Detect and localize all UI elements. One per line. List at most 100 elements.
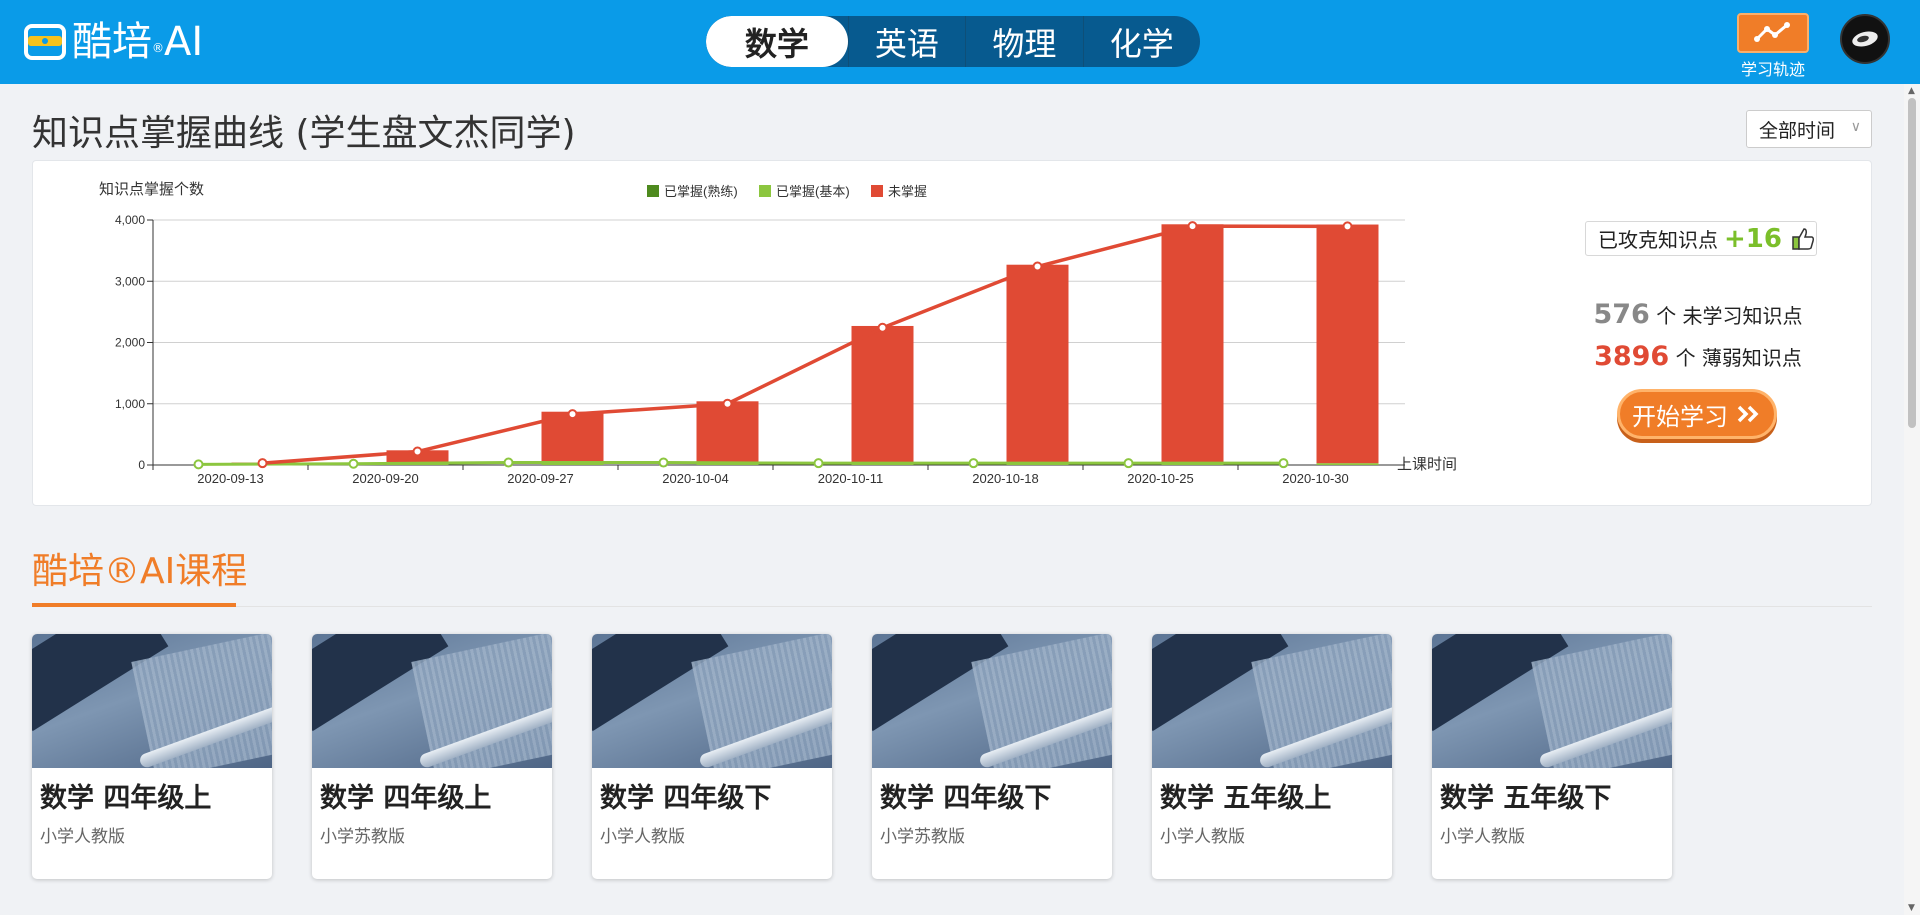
- scroll-down-arrow-icon[interactable]: ▼: [1908, 903, 1915, 913]
- chart-legend: 已掌握(熟练) 已掌握(基本) 未掌握: [647, 184, 927, 199]
- chart-bar: [1316, 463, 1379, 465]
- chart-bar: [851, 325, 914, 464]
- not-mastered-point: [257, 458, 268, 469]
- section-title-underline: [32, 603, 236, 607]
- basic-mastery-point: [1123, 458, 1134, 469]
- courses-section-title: 酷培®AI课程: [32, 551, 248, 592]
- start-learning-label: 开始学习: [1632, 402, 1728, 431]
- tab-physics[interactable]: 物理: [965, 16, 1082, 67]
- chart-x-axis-label: 上课时间: [1397, 456, 1457, 473]
- legend-label: 已掌握(熟练): [664, 184, 738, 199]
- tab-chemistry[interactable]: 化学: [1082, 16, 1200, 67]
- not-mastered-point: [1032, 261, 1043, 272]
- start-learning-button[interactable]: 开始学习: [1617, 389, 1777, 439]
- tab-english[interactable]: 英语: [847, 16, 965, 67]
- unlearned-count-line: 576 个 未学习知识点: [1553, 299, 1843, 330]
- x-tick-label: 2020-10-30: [1282, 471, 1349, 486]
- basic-mastery-point: [658, 457, 669, 468]
- course-thumbnail: [592, 634, 832, 768]
- chevron-down-icon: ∨: [1850, 119, 1861, 135]
- learning-track-label[interactable]: 学习轨迹: [1730, 56, 1816, 80]
- x-tick-label: 2020-09-20: [352, 471, 419, 486]
- time-range-select[interactable]: 全部时间 ∨: [1746, 110, 1872, 148]
- scroll-thumb[interactable]: [1908, 98, 1916, 428]
- course-card[interactable]: 数学 四年级下 小学苏教版: [872, 634, 1112, 879]
- double-chevron-right-icon: [1737, 405, 1759, 423]
- page-title: 知识点掌握曲线 (学生盘文杰同学): [32, 113, 576, 154]
- x-tick-label: 2020-10-11: [818, 471, 884, 486]
- weak-count-line: 3896 个 薄弱知识点: [1553, 341, 1843, 372]
- scroll-up-arrow-icon[interactable]: ▲: [1908, 86, 1915, 96]
- chart-bar: [1316, 224, 1379, 464]
- chart-y-axis-label: 知识点掌握个数: [99, 181, 204, 198]
- course-title: 数学 四年级下: [880, 783, 1052, 814]
- mastery-chart-panel: 知识点掌握个数 已掌握(熟练) 已掌握(基本) 未掌握 0 1,000 2,000 3,0…: [32, 160, 1872, 506]
- x-tick-label: 2020-09-27: [507, 471, 574, 486]
- trend-line-icon: [1754, 22, 1790, 42]
- course-card[interactable]: 数学 四年级下 小学人教版: [592, 634, 832, 879]
- time-range-value: 全部时间: [1759, 119, 1836, 142]
- course-card[interactable]: 数学 五年级上 小学人教版: [1152, 634, 1392, 879]
- thumbs-up-icon: [1792, 227, 1815, 250]
- basic-mastery-point: [813, 458, 824, 469]
- course-thumbnail: [1432, 634, 1672, 768]
- y-tick-label: 1,000: [115, 397, 145, 411]
- not-mastered-point: [1187, 221, 1198, 232]
- y-tick-label: 0: [138, 458, 145, 472]
- page-scrollbar[interactable]: ▲ ▼: [1904, 84, 1920, 915]
- x-tick-label: 2020-10-25: [1127, 471, 1194, 486]
- not-mastered-point: [412, 446, 423, 457]
- course-card[interactable]: 数学 四年级上 小学苏教版: [312, 634, 552, 879]
- conquered-badge: 已攻克知识点 +16: [1585, 221, 1817, 256]
- course-edition: 小学人教版: [1160, 827, 1245, 847]
- course-card[interactable]: 数学 五年级下 小学人教版: [1432, 634, 1672, 879]
- course-card[interactable]: 数学 四年级上 小学人教版: [32, 634, 272, 879]
- chart-bar: [696, 401, 759, 463]
- basic-mastery-point: [1278, 458, 1289, 469]
- course-edition: 小学人教版: [40, 827, 125, 847]
- x-tick-label: 2020-09-13: [197, 471, 264, 486]
- weak-label: 个 薄弱知识点: [1675, 346, 1802, 370]
- chart-x-ticks: 2020-09-13 2020-09-20 2020-09-27 2020-10-04…: [152, 465, 1349, 486]
- subject-tabs: 数学 英语 物理 化学: [706, 16, 1200, 67]
- not-mastered-point: [567, 409, 578, 420]
- course-thumbnail: [872, 634, 1112, 768]
- legend-swatch: [759, 185, 771, 197]
- basic-mastery-point: [348, 458, 359, 469]
- course-edition: 小学苏教版: [880, 827, 965, 847]
- y-tick-label: 4,000: [115, 213, 145, 227]
- legend-swatch: [647, 185, 659, 197]
- legend-swatch: [871, 185, 883, 197]
- section-divider: [32, 606, 1872, 607]
- unlearned-count: 576: [1593, 299, 1650, 330]
- x-tick-label: 2020-10-18: [972, 471, 1039, 486]
- course-edition: 小学人教版: [1440, 827, 1525, 847]
- logo-text: 酷培®AI: [72, 19, 204, 65]
- learning-track-button[interactable]: [1737, 13, 1809, 53]
- course-thumbnail: [1152, 634, 1392, 768]
- tab-math[interactable]: 数学: [706, 16, 848, 67]
- not-mastered-point: [1342, 221, 1353, 232]
- course-edition: 小学人教版: [600, 827, 685, 847]
- user-avatar[interactable]: [1840, 14, 1890, 64]
- course-title: 数学 五年级上: [1160, 783, 1332, 814]
- conquered-label: 已攻克知识点: [1598, 228, 1718, 252]
- course-title: 数学 五年级下: [1440, 783, 1612, 814]
- basic-mastery-point: [193, 459, 204, 470]
- course-title: 数学 四年级下: [600, 783, 772, 814]
- mastery-chart: 知识点掌握个数 已掌握(熟练) 已掌握(基本) 未掌握 0 1,000 2,000 3,0…: [99, 181, 1457, 486]
- chart-bar: [1161, 224, 1224, 464]
- course-thumbnail: [312, 634, 552, 768]
- avatar-icon: [1852, 31, 1878, 47]
- not-mastered-point: [722, 398, 733, 409]
- brand-logo[interactable]: 酷培®AI: [22, 18, 203, 66]
- legend-label: 未掌握: [888, 184, 927, 199]
- legend-label: 已掌握(基本): [776, 184, 850, 199]
- basic-mastery-point: [503, 457, 514, 468]
- course-title: 数学 四年级上: [40, 783, 212, 814]
- course-thumbnail: [32, 634, 272, 768]
- not-mastered-point: [877, 322, 888, 333]
- weak-count: 3896: [1594, 341, 1670, 372]
- unlearned-label: 个 未学习知识点: [1656, 304, 1803, 328]
- course-title: 数学 四年级上: [320, 783, 492, 814]
